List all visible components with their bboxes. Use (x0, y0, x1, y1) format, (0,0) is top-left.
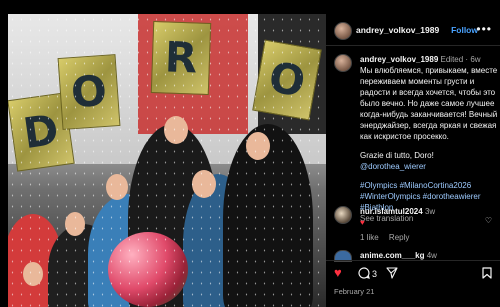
comment-username[interactable]: anime.com___kg (360, 251, 424, 260)
caption-thanks: Grazie di tutto, Doro! (360, 151, 434, 160)
share-icon[interactable] (386, 267, 398, 279)
comment-item: anime.com___kg 4w (360, 250, 498, 260)
post-caption: andrey_volkov_1989 Edited · 6w Мы влюбля… (360, 55, 498, 223)
caption-text: Мы влюбляемся, привыкаем, вместе пережив… (360, 66, 498, 141)
header-divider (326, 45, 500, 46)
edited-label: Edited (440, 55, 464, 64)
comment-icon[interactable] (358, 267, 370, 279)
instagram-post-view: D O R O andrey_volkov_1989 Follow ••• an… (0, 0, 500, 307)
author-avatar[interactable] (334, 22, 352, 40)
comment-username[interactable]: nur.islamtul2024 (360, 207, 423, 216)
caption-username[interactable]: andrey_volkov_1989 (360, 55, 438, 64)
follow-button[interactable]: Follow (451, 25, 478, 35)
comment-reply-button[interactable]: Reply (389, 233, 409, 242)
author-username[interactable]: andrey_volkov_1989 (356, 25, 439, 35)
post-actions-bar: ♥ 3 (334, 266, 494, 284)
heart-filled-icon[interactable]: ♥ (334, 266, 342, 280)
comment-likes[interactable]: 1 like (360, 233, 379, 242)
post-photo[interactable]: D O R O (8, 14, 326, 307)
comment-text: ♥ (360, 218, 365, 227)
comment-age: 4w (426, 251, 437, 260)
commenter-avatar[interactable] (334, 206, 352, 224)
comment-count: 3 (372, 269, 378, 279)
more-horizontal-icon[interactable]: ••• (476, 22, 492, 36)
post-details-panel: andrey_volkov_1989 Follow ••• andrey_vol… (326, 14, 500, 307)
post-age: 6w (470, 55, 481, 64)
post-date: February 21 (334, 287, 375, 296)
caption-author-avatar[interactable] (334, 54, 352, 72)
post-header: andrey_volkov_1989 Follow ••• (334, 22, 494, 40)
comment-item: nur.islamtul2024 3w ♥ 1 like Reply (360, 206, 498, 243)
mention-link[interactable]: @dorothea_wierer (360, 162, 426, 171)
actions-divider (326, 260, 500, 261)
heart-outline-icon[interactable]: ♡ (485, 216, 492, 225)
comment-age: 3w (424, 207, 436, 216)
bookmark-icon[interactable] (482, 267, 492, 279)
photo-snowfall (8, 14, 326, 307)
